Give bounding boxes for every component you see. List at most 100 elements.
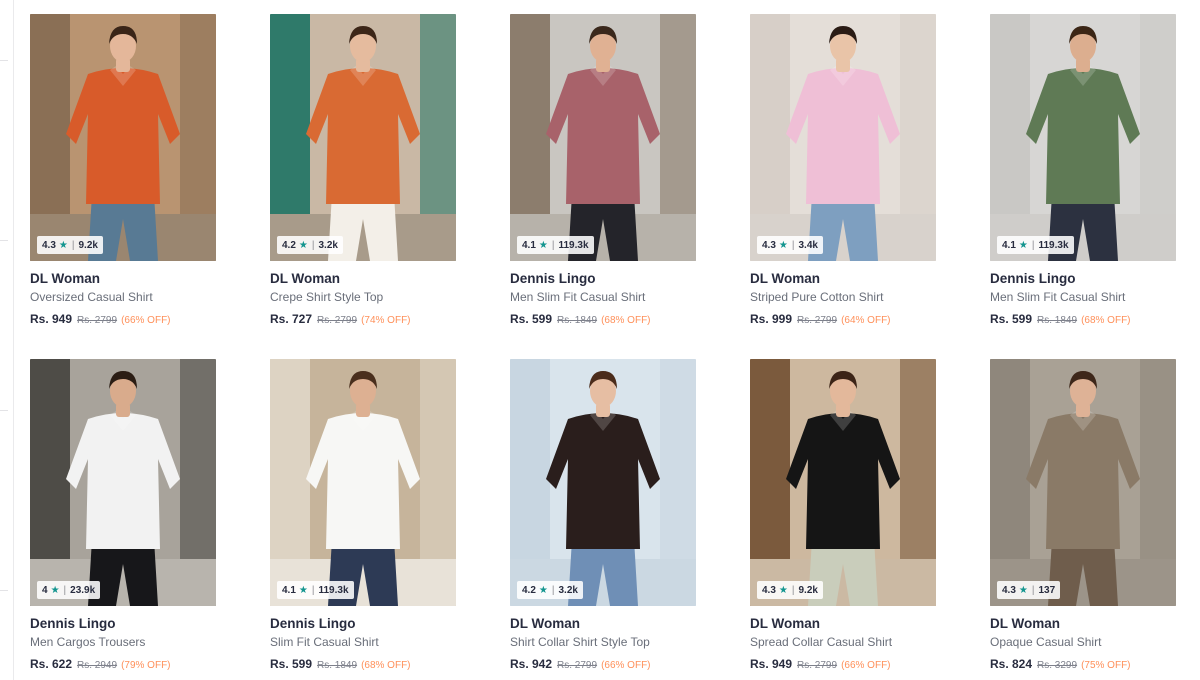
price-row: Rs. 949 Rs. 2799 (66% OFF)	[30, 312, 216, 326]
original-price: Rs. 2799	[797, 660, 838, 671]
product-brand[interactable]: DL Woman	[30, 271, 216, 286]
rail-divider	[0, 240, 8, 241]
product-image[interactable]: 4.2 ★ | 3.2k	[270, 14, 456, 261]
product-name[interactable]: Shirt Collar Shirt Style Top	[510, 635, 696, 649]
discounted-price: Rs. 599	[990, 312, 1033, 326]
product-image[interactable]: 4.2 ★ | 3.2k	[510, 359, 696, 606]
price-row: Rs. 949 Rs. 2799 (66% OFF)	[750, 657, 936, 671]
star-icon: ★	[1018, 584, 1028, 596]
discount-percent: (79% OFF)	[121, 660, 171, 671]
rating-badge: 4.3 ★ | 3.4k	[757, 236, 823, 254]
product-brand[interactable]: DL Woman	[990, 616, 1176, 631]
product-name[interactable]: Men Slim Fit Casual Shirt	[990, 290, 1176, 304]
price-row: Rs. 599 Rs. 1849 (68% OFF)	[510, 312, 696, 326]
rating-divider: |	[791, 584, 795, 596]
product-photo	[270, 359, 456, 606]
product-brand[interactable]: DL Woman	[750, 616, 936, 631]
rating-count: 119.3k	[1038, 239, 1069, 251]
product-image[interactable]: 4.1 ★ | 119.3k	[990, 14, 1176, 261]
discount-percent: (66% OFF)	[841, 660, 891, 671]
discounted-price: Rs. 824	[990, 657, 1033, 671]
product-name[interactable]: Crepe Shirt Style Top	[270, 290, 456, 304]
price-row: Rs. 824 Rs. 3299 (75% OFF)	[990, 657, 1176, 671]
product-brand[interactable]: DL Woman	[510, 616, 696, 631]
star-icon: ★	[1018, 239, 1028, 251]
discounted-price: Rs. 942	[510, 657, 553, 671]
product-card[interactable]: 4.3 ★ | 3.4k DL Woman Striped Pure Cotto…	[750, 14, 936, 359]
rating-value: 4.3	[42, 239, 56, 251]
rating-count: 137	[1038, 584, 1056, 596]
rating-count: 9.2k	[798, 584, 818, 596]
product-brand[interactable]: Dennis Lingo	[30, 616, 216, 631]
price-row: Rs. 622 Rs. 2949 (79% OFF)	[30, 657, 216, 671]
price-row: Rs. 999 Rs. 2799 (64% OFF)	[750, 312, 936, 326]
rating-value: 4	[42, 584, 48, 596]
product-image[interactable]: 4.3 ★ | 9.2k	[30, 14, 216, 261]
product-photo	[990, 14, 1176, 261]
product-grid: 4.3 ★ | 9.2k DL Woman Oversized Casual S…	[30, 14, 1176, 680]
product-photo	[990, 359, 1176, 606]
rating-value: 4.3	[762, 239, 776, 251]
product-card[interactable]: 4.1 ★ | 119.3k Dennis Lingo Slim Fit Cas…	[270, 359, 456, 680]
star-icon: ★	[778, 584, 788, 596]
product-image[interactable]: 4 ★ | 23.9k	[30, 359, 216, 606]
product-brand[interactable]: DL Woman	[270, 271, 456, 286]
rail-divider	[0, 410, 8, 411]
rating-badge: 4.1 ★ | 119.3k	[517, 236, 594, 254]
product-brand[interactable]: DL Woman	[750, 271, 936, 286]
product-image[interactable]: 4.1 ★ | 119.3k	[510, 14, 696, 261]
discount-percent: (68% OFF)	[601, 315, 651, 326]
product-name[interactable]: Men Slim Fit Casual Shirt	[510, 290, 696, 304]
product-brand[interactable]: Dennis Lingo	[990, 271, 1176, 286]
rating-divider: |	[791, 239, 795, 251]
product-photo	[750, 359, 936, 606]
rating-badge: 4.3 ★ | 9.2k	[757, 581, 823, 599]
product-brand[interactable]: Dennis Lingo	[270, 616, 456, 631]
product-name[interactable]: Oversized Casual Shirt	[30, 290, 216, 304]
product-photo	[750, 14, 936, 261]
product-image[interactable]: 4.3 ★ | 9.2k	[750, 359, 936, 606]
original-price: Rs. 1849	[317, 660, 358, 671]
product-name[interactable]: Opaque Casual Shirt	[990, 635, 1176, 649]
product-name[interactable]: Slim Fit Casual Shirt	[270, 635, 456, 649]
rating-value: 4.1	[1002, 239, 1016, 251]
product-name[interactable]: Striped Pure Cotton Shirt	[750, 290, 936, 304]
product-name[interactable]: Spread Collar Casual Shirt	[750, 635, 936, 649]
rail-divider	[0, 60, 8, 61]
product-brand[interactable]: Dennis Lingo	[510, 271, 696, 286]
discounted-price: Rs. 599	[270, 657, 313, 671]
rating-divider: |	[551, 239, 555, 251]
product-photo	[30, 359, 216, 606]
product-card[interactable]: 4.2 ★ | 3.2k DL Woman Crepe Shirt Style …	[270, 14, 456, 359]
product-card[interactable]: 4 ★ | 23.9k Dennis Lingo Men Cargos Trou…	[30, 359, 216, 680]
product-card[interactable]: 4.3 ★ | 9.2k DL Woman Spread Collar Casu…	[750, 359, 936, 680]
product-card[interactable]: 4.1 ★ | 119.3k Dennis Lingo Men Slim Fit…	[510, 14, 696, 359]
product-image[interactable]: 4.1 ★ | 119.3k	[270, 359, 456, 606]
product-name[interactable]: Men Cargos Trousers	[30, 635, 216, 649]
star-icon: ★	[58, 239, 68, 251]
original-price: Rs. 1849	[557, 315, 598, 326]
rating-value: 4.1	[522, 239, 536, 251]
discounted-price: Rs. 949	[30, 312, 73, 326]
rating-value: 4.3	[1002, 584, 1016, 596]
product-card[interactable]: 4.2 ★ | 3.2k DL Woman Shirt Collar Shirt…	[510, 359, 696, 680]
rating-badge: 4 ★ | 23.9k	[37, 581, 101, 599]
rating-divider: |	[311, 239, 315, 251]
rating-badge: 4.3 ★ | 137	[997, 581, 1061, 599]
rating-badge: 4.1 ★ | 119.3k	[997, 236, 1074, 254]
rating-count: 3.2k	[318, 239, 338, 251]
rating-divider: |	[1031, 239, 1035, 251]
product-card[interactable]: 4.3 ★ | 9.2k DL Woman Oversized Casual S…	[30, 14, 216, 359]
discounted-price: Rs. 599	[510, 312, 553, 326]
price-row: Rs. 942 Rs. 2799 (66% OFF)	[510, 657, 696, 671]
discounted-price: Rs. 727	[270, 312, 313, 326]
left-filter-rail-edge	[0, 0, 14, 680]
product-image[interactable]: 4.3 ★ | 3.4k	[750, 14, 936, 261]
product-card[interactable]: 4.3 ★ | 137 DL Woman Opaque Casual Shirt…	[990, 359, 1176, 680]
rating-count: 3.2k	[558, 584, 578, 596]
product-card[interactable]: 4.1 ★ | 119.3k Dennis Lingo Men Slim Fit…	[990, 14, 1176, 359]
discount-percent: (75% OFF)	[1081, 660, 1131, 671]
rating-count: 3.4k	[798, 239, 818, 251]
product-image[interactable]: 4.3 ★ | 137	[990, 359, 1176, 606]
rating-value: 4.2	[282, 239, 296, 251]
